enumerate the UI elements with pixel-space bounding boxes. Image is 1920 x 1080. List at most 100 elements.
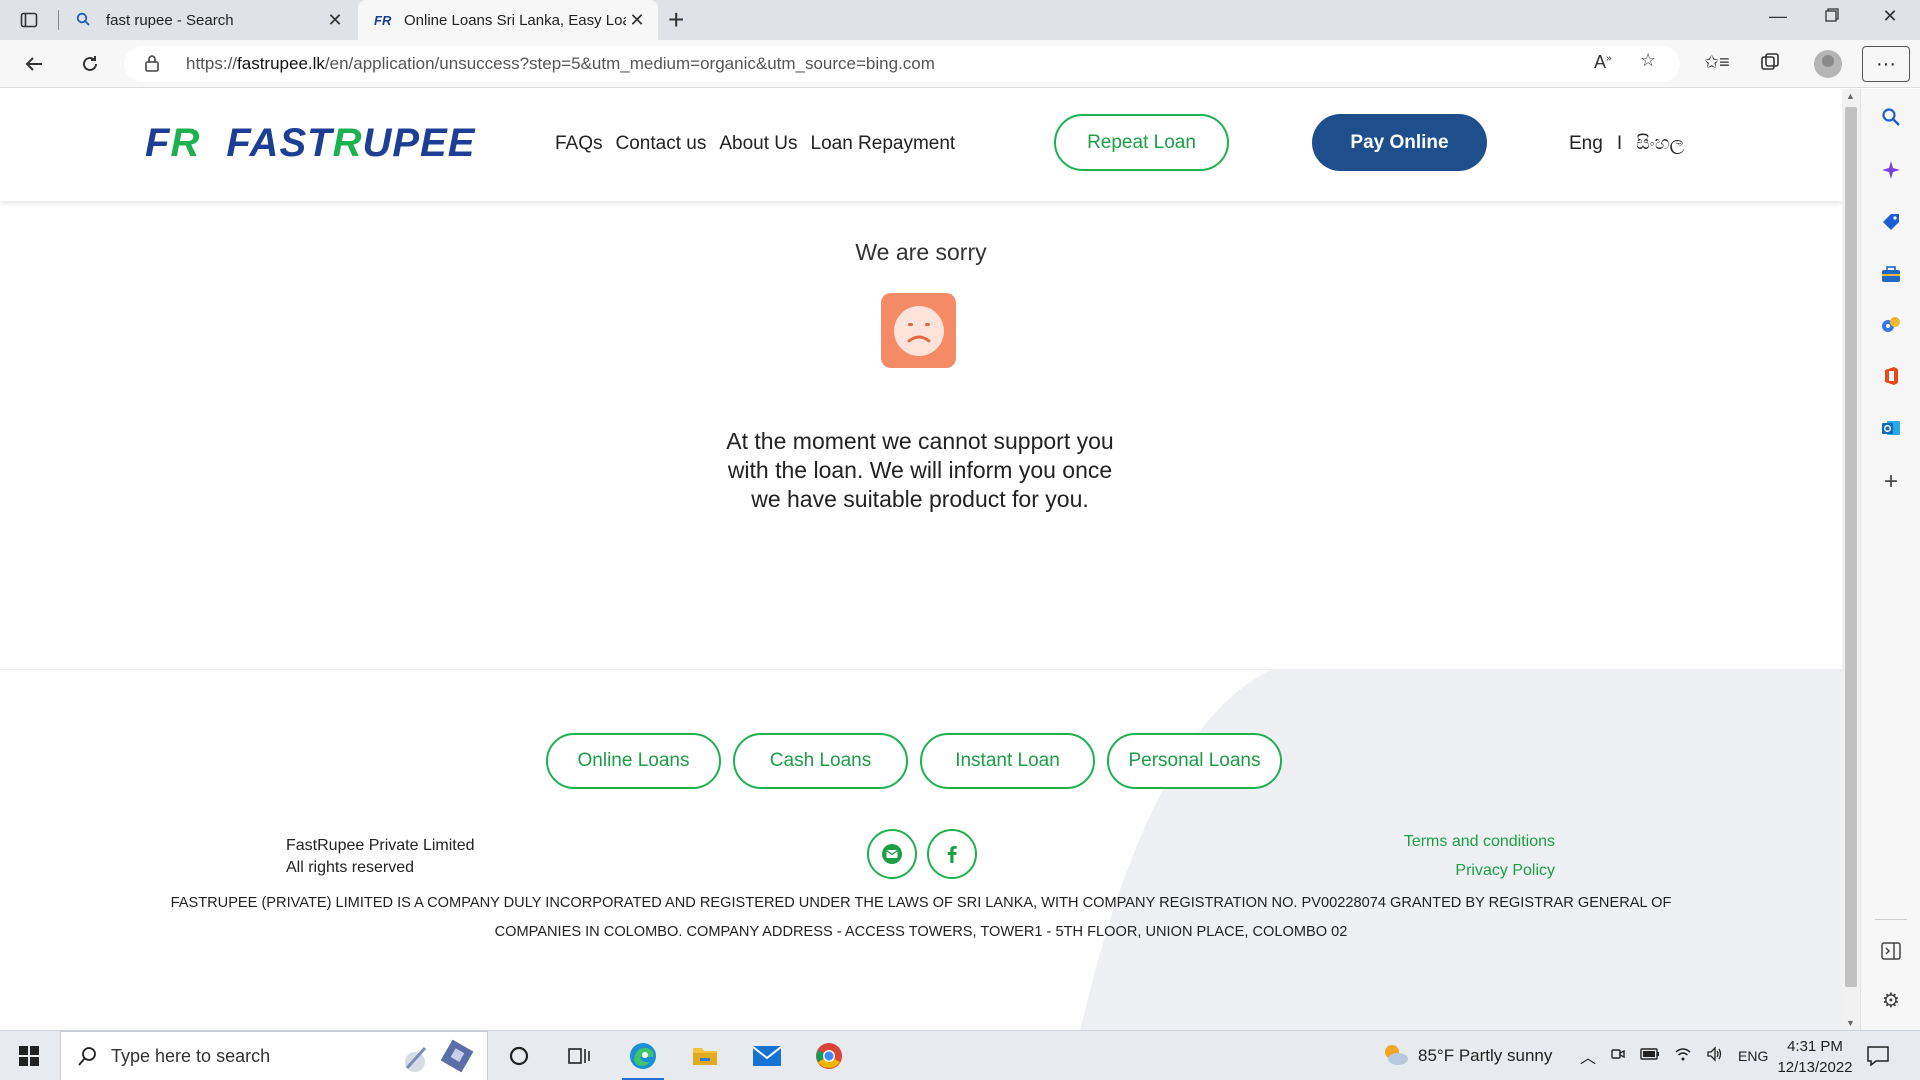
tab-title: Online Loans Sri Lanka, Easy Loans (404, 11, 626, 29)
restore-icon[interactable] (1812, 6, 1852, 27)
taskbar-search-placeholder: Type here to search (111, 1046, 271, 1066)
repeat-loan-button[interactable]: Repeat Loan (1054, 114, 1229, 171)
file-explorer-icon[interactable] (678, 1035, 732, 1077)
language-switcher: Eng I සිංහල (1569, 133, 1684, 155)
scroll-up-icon[interactable]: ▲ (1846, 91, 1855, 101)
footer-background-shape (1080, 670, 1842, 1030)
company-name: FastRupee Private Limited (286, 837, 475, 854)
sidebar-shopping-icon[interactable] (1878, 209, 1904, 235)
sidebar-hide-icon[interactable] (1878, 938, 1904, 964)
personal-loans-button[interactable]: Personal Loans (1107, 733, 1282, 789)
company-disclaimer: FASTRUPEE (PRIVATE) LIMITED IS A COMPANY… (150, 889, 1692, 947)
nav-about-us[interactable]: About Us (719, 133, 797, 155)
browser-tab-bar: fast rupee - Search ✕ FR Online Loans Sr… (0, 0, 1920, 40)
url-text: https://fastrupee.lk/en/application/unsu… (186, 54, 935, 73)
tab-close-icon[interactable]: ✕ (324, 10, 346, 31)
sidebar-tools-icon[interactable] (1878, 261, 1904, 287)
sidebar-search-icon[interactable] (1878, 104, 1904, 130)
privacy-link[interactable]: Privacy Policy (1404, 856, 1555, 885)
windows-start-icon[interactable] (18, 1045, 40, 1072)
chevron-up-icon[interactable]: ︿ (1580, 1044, 1596, 1068)
nav-faqs[interactable]: FAQs (555, 133, 603, 155)
page-title: We are sorry (855, 239, 987, 265)
instant-loan-button[interactable]: Instant Loan (920, 733, 1095, 789)
collections-icon[interactable] (1760, 52, 1780, 77)
settings-more-icon[interactable]: ··· (1862, 46, 1910, 82)
sidebar-settings-icon[interactable]: ⚙ (1878, 987, 1904, 1013)
weather-text: 85°F Partly sunny (1418, 1046, 1553, 1065)
tab-separator (58, 10, 59, 30)
address-bar-row: https://fastrupee.lk/en/application/unsu… (0, 40, 1920, 88)
windows-taskbar: Type here to search 85°F Partly sunny ︿ (0, 1030, 1920, 1080)
wifi-icon[interactable] (1674, 1046, 1692, 1067)
profile-avatar[interactable] (1814, 50, 1842, 78)
main-nav: FAQs Contact us About Us Loan Repayment (555, 133, 955, 155)
mail-icon[interactable] (740, 1035, 794, 1077)
notifications-icon[interactable] (1866, 1044, 1890, 1073)
company-info: FastRupee Private Limited All rights res… (286, 835, 475, 879)
lang-english[interactable]: Eng (1569, 133, 1603, 155)
system-tray: ︿ ENG (1580, 1031, 1768, 1080)
taskbar-clock[interactable]: 4:31 PM 12/13/2022 (1770, 1036, 1860, 1078)
sidebar-discover-icon[interactable] (1878, 157, 1904, 183)
meet-now-icon[interactable] (1610, 1046, 1626, 1067)
disclaimer-line: COMPANIES IN COLOMBO. COMPANY ADDRESS - … (494, 924, 1348, 940)
pay-online-button[interactable]: Pay Online (1312, 114, 1487, 171)
search-highlight-icon[interactable] (397, 1038, 477, 1080)
sidebar-outlook-icon[interactable] (1878, 415, 1904, 441)
tab-actions-icon[interactable] (14, 8, 44, 32)
lock-icon[interactable] (144, 54, 160, 77)
chrome-icon[interactable] (802, 1035, 856, 1077)
edge-sidebar: + ⚙ (1860, 89, 1920, 1030)
sidebar-divider (1875, 919, 1907, 920)
page-viewport: FR FASTRUPEE FAQs Contact us About Us Lo… (0, 89, 1842, 1030)
clock-date: 12/13/2022 (1777, 1059, 1853, 1076)
tab-fastrupee[interactable]: FR Online Loans Sri Lanka, Easy Loans ✕ (358, 0, 658, 40)
close-window-icon[interactable]: ✕ (1870, 6, 1910, 27)
tab-close-icon[interactable]: ✕ (626, 10, 648, 31)
online-loans-button[interactable]: Online Loans (546, 733, 721, 789)
sidebar-office-icon[interactable] (1878, 363, 1904, 389)
lang-separator: I (1616, 133, 1623, 154)
url-field[interactable]: https://fastrupee.lk/en/application/unsu… (124, 46, 1680, 82)
add-favorite-icon[interactable]: ☆ (1640, 50, 1656, 71)
rights-text: All rights reserved (286, 859, 415, 876)
volume-icon[interactable] (1706, 1045, 1724, 1067)
partly-sunny-icon (1380, 1041, 1410, 1072)
sidebar-add-icon[interactable]: + (1878, 468, 1904, 495)
minimize-icon[interactable]: — (1758, 6, 1798, 27)
terms-link[interactable]: Terms and conditions (1404, 827, 1555, 856)
input-language[interactable]: ENG (1738, 1048, 1768, 1064)
legal-links: Terms and conditions Privacy Policy (1404, 827, 1555, 885)
sidebar-games-icon[interactable] (1878, 311, 1904, 337)
cortana-icon[interactable] (492, 1035, 546, 1077)
edge-taskbar-icon[interactable] (616, 1035, 670, 1080)
fastrupee-logo[interactable]: FR FASTRUPEE (145, 121, 475, 166)
scrollbar-thumb[interactable] (1845, 107, 1857, 987)
scroll-down-icon[interactable]: ▼ (1846, 1018, 1855, 1028)
site-header: FR FASTRUPEE FAQs Contact us About Us Lo… (0, 89, 1842, 201)
favorites-icon[interactable]: ✩≡ (1704, 52, 1730, 73)
battery-icon[interactable] (1640, 1047, 1660, 1066)
page-scrollbar[interactable]: ▲ ▼ (1842, 89, 1860, 1030)
nav-loan-repayment[interactable]: Loan Repayment (811, 133, 956, 155)
sad-face-icon (881, 293, 956, 368)
cash-loans-button[interactable]: Cash Loans (733, 733, 908, 789)
taskbar-search-input[interactable]: Type here to search (60, 1031, 488, 1080)
read-aloud-icon[interactable]: A» (1594, 52, 1612, 73)
tab-search[interactable]: fast rupee - Search ✕ (60, 0, 356, 40)
email-icon[interactable] (867, 829, 917, 879)
site-footer: Online Loans Cash Loans Instant Loan Per… (0, 669, 1842, 1030)
refresh-icon[interactable] (74, 48, 106, 80)
search-icon (76, 12, 94, 29)
weather-widget[interactable]: 85°F Partly sunny (1380, 1031, 1552, 1080)
search-icon (77, 1045, 99, 1072)
new-tab-icon[interactable]: + (668, 4, 684, 36)
back-icon[interactable] (18, 48, 50, 80)
facebook-icon[interactable] (927, 829, 977, 879)
lang-sinhala[interactable]: සිංහල (1636, 133, 1684, 155)
task-view-icon[interactable] (552, 1035, 606, 1077)
disclaimer-line: FASTRUPEE (PRIVATE) LIMITED IS A COMPANY… (170, 895, 1672, 911)
nav-contact-us[interactable]: Contact us (616, 133, 707, 155)
logo-wordmark: FASTRUPEE (226, 121, 476, 165)
